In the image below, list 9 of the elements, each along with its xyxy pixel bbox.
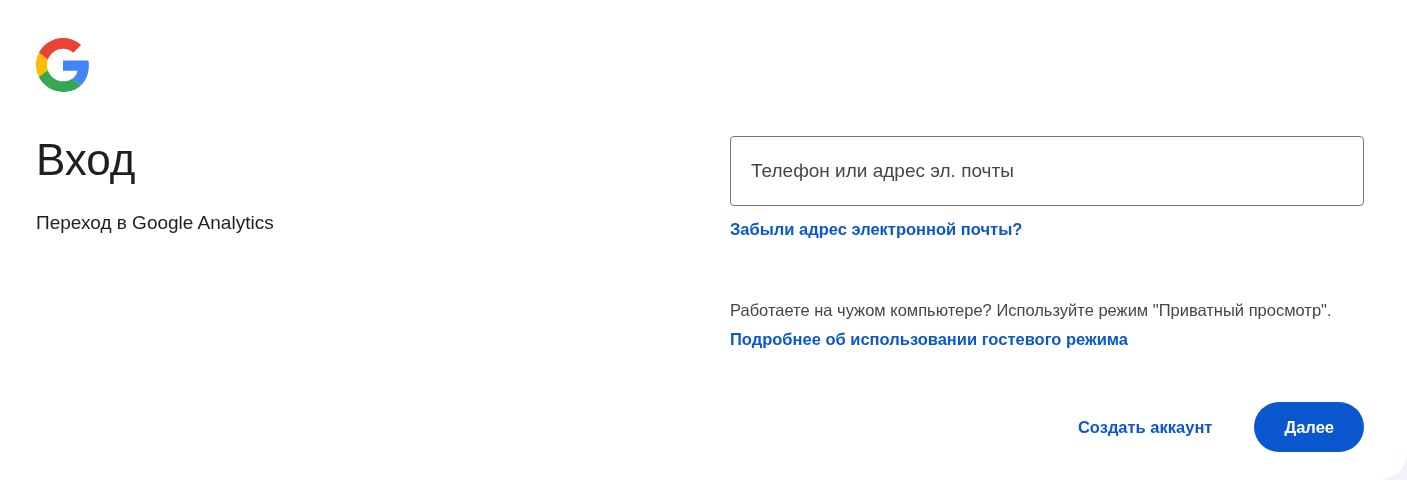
logo-icon	[36, 38, 90, 92]
next-button[interactable]: Далее	[1254, 402, 1364, 452]
email-field[interactable]: Телефон или адрес эл. почты	[730, 136, 1364, 206]
forgot-email-link[interactable]: Забыли адрес электронной почты?	[730, 220, 1023, 239]
guest-mode-note: Работаете на чужом компьютере? Используйте режим "Приватный просмотр". Подробнее об использовании гостевого режима	[730, 300, 1333, 350]
page-heading: Вход	[36, 134, 137, 186]
guest-mode-link[interactable]: Подробнее об использовании гостевого режима	[730, 330, 1128, 348]
create-account-button[interactable]: Создать аккаунт	[1061, 402, 1229, 452]
subtitle-text: Переход в Google Analytics	[36, 212, 275, 234]
